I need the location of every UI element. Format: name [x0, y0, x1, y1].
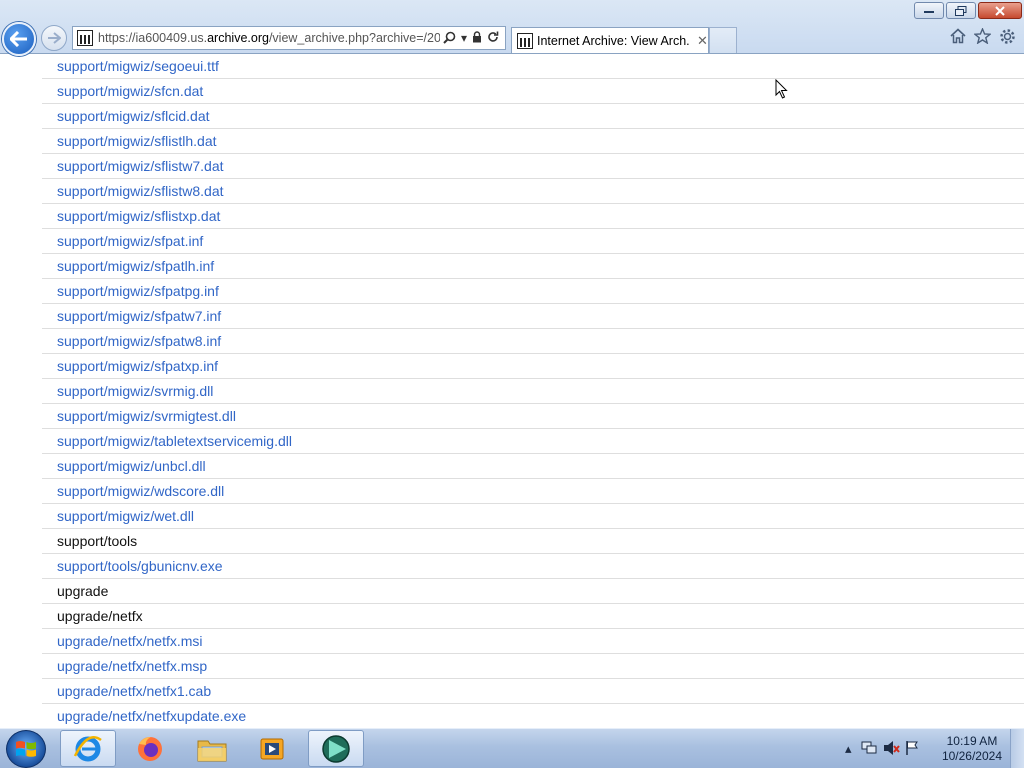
file-link[interactable]: support/migwiz/svrmig.dll — [42, 379, 1024, 404]
minimize-icon — [924, 10, 934, 13]
file-link[interactable]: support/migwiz/sfpatw7.inf — [42, 304, 1024, 329]
forward-button[interactable] — [41, 25, 67, 51]
clock-time: 10:19 AM — [946, 734, 998, 748]
url-path: /view_archive.php?archive=/20/it — [268, 31, 440, 45]
file-link[interactable]: support/migwiz/tabletextservicemig.dll — [42, 429, 1024, 454]
file-link[interactable]: support/migwiz/unbcl.dll — [42, 454, 1024, 479]
file-link[interactable]: support/migwiz/sflistw7.dat — [42, 154, 1024, 179]
browser-chrome: https://ia600409.us.archive.org/view_arc… — [0, 0, 1024, 56]
browser-toolbar-icons — [950, 27, 1016, 48]
start-button[interactable] — [6, 730, 46, 768]
restore-button[interactable] — [946, 2, 976, 19]
minimize-button[interactable] — [914, 2, 944, 19]
windows-logo-icon — [16, 741, 36, 757]
page-content: support/migwiz/segoeui.ttf support/migwiz… — [0, 54, 1024, 728]
home-icon[interactable] — [950, 28, 966, 48]
taskbar-firefox[interactable] — [122, 730, 178, 767]
file-link[interactable]: support/migwiz/svrmigtest.dll — [42, 404, 1024, 429]
tab-close-icon[interactable]: ✕ — [697, 33, 708, 49]
media-player-icon — [260, 738, 284, 759]
close-icon — [995, 5, 1005, 16]
file-link[interactable]: support/migwiz/wdscore.dll — [42, 479, 1024, 504]
address-bar[interactable]: https://ia600409.us.archive.org/view_arc… — [72, 26, 506, 50]
taskbar-media-player[interactable] — [244, 730, 300, 767]
window-controls — [914, 2, 1022, 19]
file-link[interactable]: support/tools/gbunicnv.exe — [42, 554, 1024, 579]
file-link[interactable]: support/migwiz/sflcid.dat — [42, 104, 1024, 129]
browser-tab-active[interactable]: Internet Archive: View Arch... ✕ — [511, 27, 709, 53]
close-window-button[interactable] — [978, 2, 1022, 19]
directory-entry: upgrade — [42, 579, 1024, 604]
file-link[interactable]: support/migwiz/wet.dll — [42, 504, 1024, 529]
dropdown-arrow-icon[interactable]: ▾ — [461, 32, 467, 44]
app-globe-icon — [322, 734, 350, 763]
mouse-cursor-icon — [775, 79, 788, 99]
url-host: archive.org — [207, 31, 269, 45]
arrow-right-icon — [48, 32, 61, 44]
file-link[interactable]: support/migwiz/sfpatw8.inf — [42, 329, 1024, 354]
archive-file-list: support/migwiz/segoeui.ttf support/migwiz… — [42, 54, 1024, 728]
search-icon[interactable] — [443, 31, 456, 46]
arrow-left-icon — [10, 31, 27, 47]
tab-favicon-icon — [517, 32, 533, 49]
file-link[interactable]: support/migwiz/sflistw8.dat — [42, 179, 1024, 204]
clock-date: 10/26/2024 — [941, 749, 1002, 763]
file-link[interactable]: support/migwiz/sfpat.inf — [42, 229, 1024, 254]
tab-title: Internet Archive: View Arch... — [537, 33, 689, 48]
network-icon[interactable] — [861, 740, 877, 759]
file-link[interactable]: support/migwiz/segoeui.ttf — [42, 54, 1024, 79]
file-link[interactable]: support/migwiz/sflistlh.dat — [42, 129, 1024, 154]
internet-explorer-icon — [73, 735, 102, 761]
address-bar-icons: ▾ — [443, 31, 499, 46]
url-text[interactable]: https://ia600409.us.archive.org/view_arc… — [98, 31, 440, 45]
restore-icon — [955, 5, 967, 16]
archive-favicon-icon — [77, 30, 93, 46]
taskbar-active-app[interactable] — [308, 730, 364, 767]
refresh-icon[interactable] — [487, 31, 499, 45]
lock-icon[interactable] — [472, 31, 482, 45]
favorites-star-icon[interactable] — [973, 27, 992, 48]
directory-entry: upgrade/netfx — [42, 604, 1024, 629]
file-link[interactable]: upgrade/netfx/netfx1.cab — [42, 679, 1024, 704]
show-hidden-icons-icon[interactable]: ▴ — [845, 741, 852, 757]
firefox-icon — [138, 736, 162, 761]
action-center-flag-icon[interactable] — [905, 740, 919, 759]
directory-entry: support/tools — [42, 529, 1024, 554]
show-desktop-button[interactable] — [1010, 729, 1024, 768]
volume-muted-icon[interactable] — [883, 740, 901, 759]
system-tray: ▴ 10:19 AM 10/26/2024 — [839, 729, 1024, 768]
clock[interactable]: 10:19 AM 10/26/2024 — [942, 734, 1002, 764]
url-prefix: https://ia600409.us. — [98, 31, 208, 45]
file-link[interactable]: support/migwiz/sfpatpg.inf — [42, 279, 1024, 304]
file-link[interactable]: support/migwiz/sflistxp.dat — [42, 204, 1024, 229]
settings-gear-icon[interactable] — [999, 28, 1016, 48]
file-explorer-icon — [197, 740, 227, 761]
taskbar-internet-explorer[interactable] — [60, 730, 116, 767]
file-link[interactable]: upgrade/netfx/netfx.msp — [42, 654, 1024, 679]
back-button[interactable] — [2, 22, 36, 56]
new-tab-button[interactable] — [709, 27, 737, 53]
file-link[interactable]: upgrade/netfx/netfx.msi — [42, 629, 1024, 654]
file-link[interactable]: support/migwiz/sfpatxp.inf — [42, 354, 1024, 379]
file-link[interactable]: upgrade/netfx/netfxupdate.exe — [42, 704, 1024, 728]
taskbar-file-explorer[interactable] — [184, 730, 240, 767]
windows-taskbar: ▴ 10:19 AM 10/26/2024 — [0, 728, 1024, 768]
file-link[interactable]: support/migwiz/sfpatlh.inf — [42, 254, 1024, 279]
file-link[interactable]: support/migwiz/sfcn.dat — [42, 79, 1024, 104]
